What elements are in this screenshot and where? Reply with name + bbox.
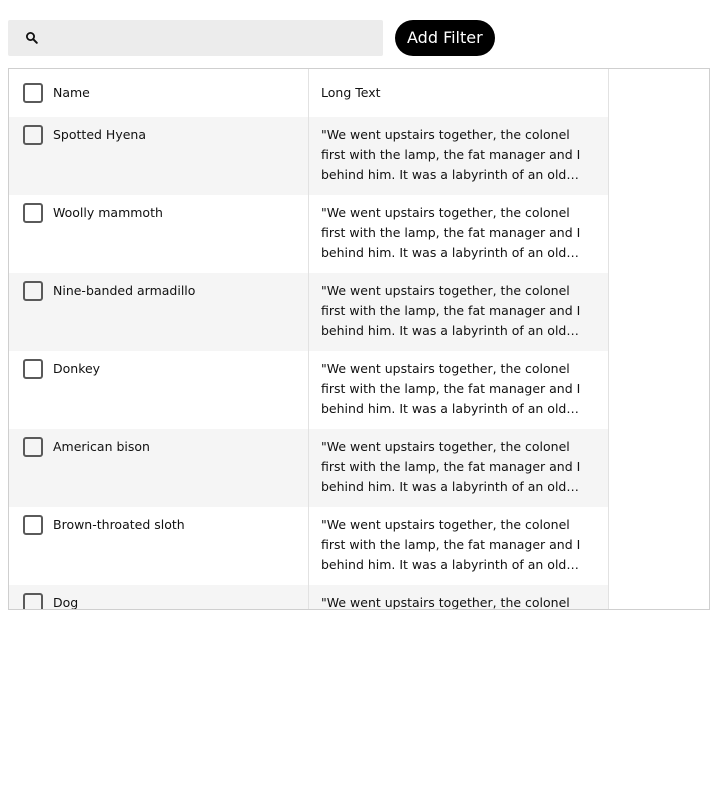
row-checkbox[interactable] [23, 359, 43, 379]
add-filter-button[interactable]: Add Filter [395, 20, 495, 56]
table-row[interactable]: Nine-banded armadillo "We went upstairs t… [9, 273, 609, 351]
table-row[interactable]: Dog "We went upstairs together, the colon… [9, 585, 609, 610]
cell-long-text[interactable]: "We went upstairs together, the colonel … [309, 507, 609, 585]
table-row[interactable]: Brown-throated sloth "We went upstairs to… [9, 507, 609, 585]
search-box[interactable] [8, 20, 383, 56]
row-name: Brown-throated sloth [53, 517, 185, 532]
cell-name[interactable]: Donkey [9, 351, 309, 429]
row-long-text: "We went upstairs together, the colonel … [321, 205, 581, 260]
cell-long-text[interactable]: "We went upstairs together, the colonel … [309, 195, 609, 273]
header-cell-name[interactable]: Name [9, 69, 309, 117]
cell-name[interactable]: Brown-throated sloth [9, 507, 309, 585]
row-name: Dog [53, 595, 79, 610]
cell-long-text[interactable]: "We went upstairs together, the colonel … [309, 273, 609, 351]
select-all-checkbox[interactable] [23, 83, 43, 103]
cell-name[interactable]: Dog [9, 585, 309, 610]
row-long-text: "We went upstairs together, the colonel … [321, 439, 581, 494]
row-name: Spotted Hyena [53, 127, 146, 142]
row-checkbox[interactable] [23, 515, 43, 535]
row-checkbox[interactable] [23, 125, 43, 145]
row-long-text: "We went upstairs together, the colonel … [321, 283, 581, 338]
table-header: Name Long Text [9, 69, 609, 117]
search-icon [26, 32, 38, 44]
cell-long-text[interactable]: "We went upstairs together, the colonel … [309, 117, 609, 195]
table-row[interactable]: Woolly mammoth "We went upstairs together… [9, 195, 609, 273]
table-row[interactable]: Spotted Hyena "We went upstairs together,… [9, 117, 609, 195]
cell-long-text[interactable]: "We went upstairs together, the colonel … [309, 585, 609, 610]
row-name: Donkey [53, 361, 101, 376]
row-checkbox[interactable] [23, 593, 43, 609]
cell-name[interactable]: Spotted Hyena [9, 117, 309, 195]
header-cell-long-text[interactable]: Long Text [309, 69, 609, 117]
column-header-name: Name [53, 85, 90, 100]
cell-name[interactable]: Nine-banded armadillo [9, 273, 309, 351]
row-checkbox[interactable] [23, 203, 43, 223]
row-checkbox[interactable] [23, 437, 43, 457]
data-grid: Name Long Text Spotted Hyena "We went ups… [8, 68, 710, 610]
row-long-text: "We went upstairs together, the colonel … [321, 361, 581, 416]
row-name: Woolly mammoth [53, 205, 163, 220]
cell-name[interactable]: Woolly mammoth [9, 195, 309, 273]
row-name: Nine-banded armadillo [53, 283, 196, 298]
search-input[interactable] [48, 20, 378, 56]
column-header-long-text: Long Text [321, 85, 381, 100]
cell-name[interactable]: American bison [9, 429, 309, 507]
row-name: American bison [53, 439, 150, 454]
toolbar: Add Filter [8, 20, 498, 56]
row-long-text: "We went upstairs together, the colonel … [321, 127, 581, 182]
table-row[interactable]: Donkey "We went upstairs together, the co… [9, 351, 609, 429]
row-long-text: "We went upstairs together, the colonel … [321, 595, 570, 610]
table-row[interactable]: American bison "We went upstairs together… [9, 429, 609, 507]
row-checkbox[interactable] [23, 281, 43, 301]
cell-long-text[interactable]: "We went upstairs together, the colonel … [309, 351, 609, 429]
cell-long-text[interactable]: "We went upstairs together, the colonel … [309, 429, 609, 507]
row-long-text: "We went upstairs together, the colonel … [321, 517, 581, 572]
